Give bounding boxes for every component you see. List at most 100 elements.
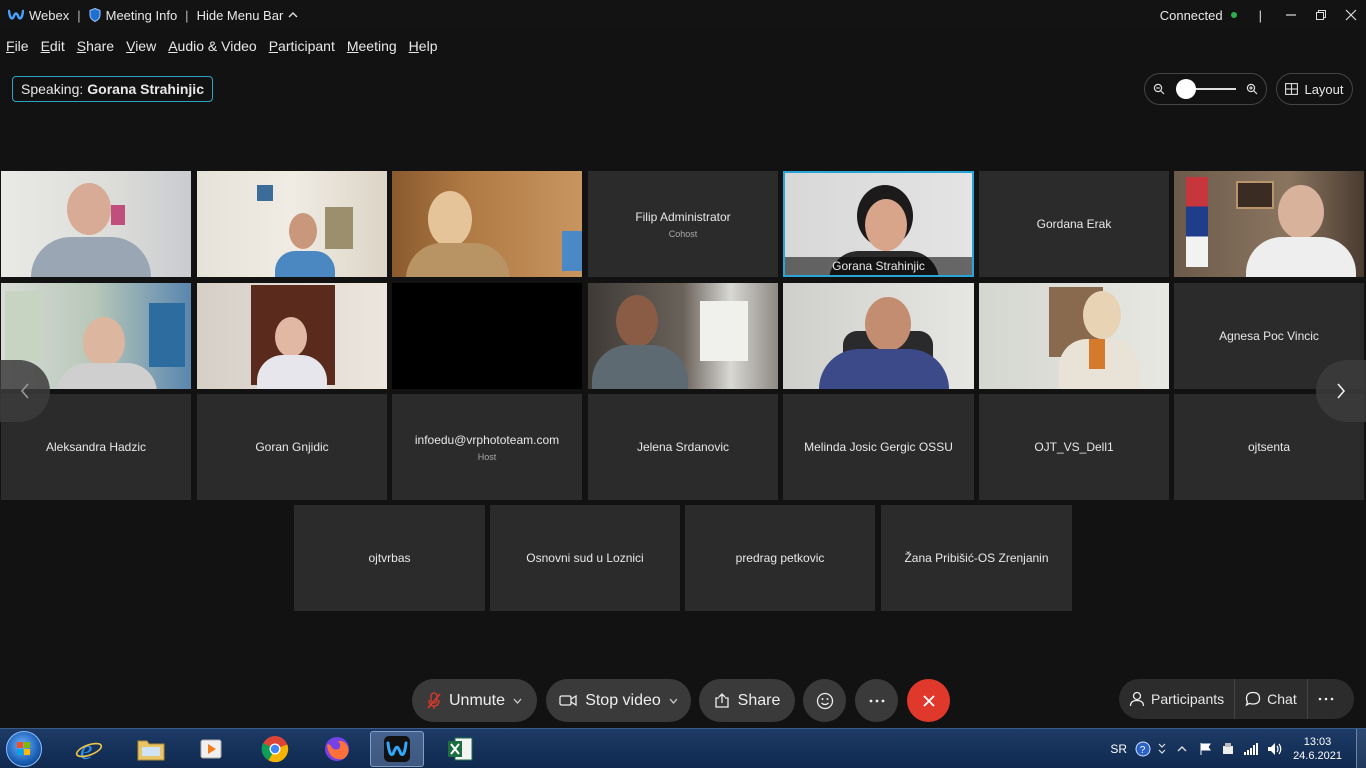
muted-microphone-icon: [427, 691, 441, 709]
menu-share-key: S: [76, 38, 87, 54]
keyboard-options-icon[interactable]: [1157, 741, 1167, 757]
internet-explorer-icon: e: [75, 735, 103, 764]
speaking-name: Gorana Strahinjic: [87, 81, 204, 97]
video-feed: [783, 283, 974, 389]
taskbar-file-explorer[interactable]: [124, 731, 178, 767]
participant-tile[interactable]: Melinda Josic Gergic OSSU: [783, 394, 974, 500]
menu-edit[interactable]: Edit: [41, 38, 65, 54]
webex-logo-icon: [8, 9, 24, 20]
zoom-in-icon[interactable]: [1246, 83, 1258, 95]
smiley-icon: [816, 692, 833, 709]
participant-tile[interactable]: [392, 171, 582, 277]
chevron-up-icon: [288, 12, 298, 18]
show-desktop-button[interactable]: [1356, 729, 1366, 768]
participant-tile[interactable]: predrag petkovic: [685, 505, 875, 611]
menu-share[interactable]: Share: [77, 38, 114, 54]
app-name: Webex: [29, 7, 70, 23]
zoom-out-icon[interactable]: [1153, 83, 1165, 95]
title-bar: Webex | Meeting Info | Hide Menu Bar Con…: [0, 0, 1366, 30]
participant-name: Osnovni sud u Loznici: [526, 551, 644, 565]
menu-view[interactable]: View: [126, 38, 156, 54]
video-feed: [588, 283, 778, 389]
participant-tile[interactable]: OJT_VS_Dell1: [979, 394, 1169, 500]
participant-tile[interactable]: [197, 283, 387, 389]
menu-file[interactable]: File: [6, 38, 29, 54]
taskbar-excel[interactable]: [433, 731, 487, 767]
menu-participant-key: P: [268, 38, 279, 54]
layout-button[interactable]: Layout: [1276, 73, 1353, 105]
menu-edit-key: E: [40, 38, 50, 54]
more-options-button[interactable]: [855, 679, 898, 722]
speaking-label: Speaking:: [21, 81, 84, 97]
participant-name: predrag petkovic: [735, 551, 825, 565]
safely-remove-hardware-icon[interactable]: [1221, 742, 1235, 756]
taskbar-media-player[interactable]: [184, 731, 238, 767]
folder-icon: [137, 740, 165, 761]
participant-tile[interactable]: Gordana Erak: [979, 171, 1169, 277]
restore-button[interactable]: [1306, 0, 1336, 30]
start-button[interactable]: [6, 731, 42, 767]
excel-icon: [448, 737, 473, 761]
zoom-slider-thumb[interactable]: [1175, 79, 1196, 99]
participant-tile[interactable]: Goran Gnjidic: [197, 394, 387, 500]
participant-tile[interactable]: Osnovni sud u Loznici: [490, 505, 680, 611]
network-signal-icon[interactable]: [1243, 742, 1259, 756]
leave-meeting-button[interactable]: [907, 679, 950, 722]
more-panels-button[interactable]: [1308, 679, 1344, 719]
chevron-down-icon[interactable]: [513, 698, 522, 704]
participant-tile[interactable]: [1, 171, 191, 277]
help-icon[interactable]: ?: [1135, 741, 1151, 757]
windows-logo-icon: [17, 742, 30, 755]
taskbar-webex[interactable]: [370, 731, 424, 767]
participant-tile[interactable]: [979, 283, 1169, 389]
participant-tile[interactable]: Jelena Srdanovic: [588, 394, 778, 500]
taskbar-internet-explorer[interactable]: e: [62, 731, 116, 767]
show-hidden-icons-icon[interactable]: [1177, 745, 1187, 753]
menu-participant[interactable]: Participant: [269, 38, 335, 54]
share-button[interactable]: Share: [699, 679, 795, 722]
title-bar-right: Connected |: [1160, 0, 1366, 30]
menu-bar: File Edit Share View Audio & Video Parti…: [0, 34, 449, 58]
menu-audio-video[interactable]: Audio & Video: [168, 38, 256, 54]
participant-tile[interactable]: [197, 171, 387, 277]
chevron-down-icon[interactable]: [669, 698, 678, 704]
volume-icon[interactable]: [1267, 742, 1283, 756]
participant-tile[interactable]: [783, 283, 974, 389]
zoom-slider[interactable]: [1175, 79, 1236, 99]
participant-tile[interactable]: infoedu@vrphototeam.com Host: [392, 394, 582, 500]
meeting-info-button[interactable]: Meeting Info: [89, 8, 177, 23]
participants-button[interactable]: Participants: [1119, 679, 1234, 719]
app-title: Webex: [0, 8, 69, 23]
active-speaker-tile[interactable]: Gorana Strahinjic: [783, 171, 974, 277]
webex-icon: [384, 736, 410, 762]
menu-share-rest: hare: [86, 38, 115, 54]
menu-help[interactable]: Help: [409, 38, 438, 54]
minimize-button[interactable]: [1276, 0, 1306, 30]
participant-tile[interactable]: [1174, 171, 1364, 277]
taskbar-firefox[interactable]: [310, 731, 364, 767]
hide-menu-bar-button[interactable]: Hide Menu Bar: [197, 8, 299, 23]
person-icon: [1129, 691, 1145, 707]
language-indicator[interactable]: SR: [1110, 742, 1127, 756]
stop-video-button[interactable]: Stop video: [546, 679, 691, 722]
title-separator: |: [77, 7, 81, 23]
video-feed: [197, 171, 387, 277]
participant-tile[interactable]: ojtvrbas: [294, 505, 485, 611]
system-clock[interactable]: 13:03 24.6.2021: [1293, 735, 1342, 763]
action-center-flag-icon[interactable]: [1199, 742, 1213, 756]
unmute-button[interactable]: Unmute: [412, 679, 537, 722]
participant-tile[interactable]: Filip Administrator Cohost: [588, 171, 778, 277]
menu-help-key: H: [408, 38, 419, 54]
panel-controls: Participants Chat: [1119, 679, 1354, 719]
video-camera-icon: [559, 694, 577, 707]
reactions-button[interactable]: [803, 679, 846, 722]
menu-meeting[interactable]: Meeting: [347, 38, 397, 54]
share-upload-icon: [714, 693, 729, 708]
participant-tile[interactable]: [588, 283, 778, 389]
chat-button[interactable]: Chat: [1235, 679, 1307, 719]
menu-file-key: F: [6, 38, 15, 54]
close-window-button[interactable]: [1336, 0, 1366, 30]
participant-tile[interactable]: [392, 283, 582, 389]
participant-tile[interactable]: Žana Pribišić-OS Zrenjanin: [881, 505, 1072, 611]
taskbar-chrome[interactable]: [248, 731, 302, 767]
